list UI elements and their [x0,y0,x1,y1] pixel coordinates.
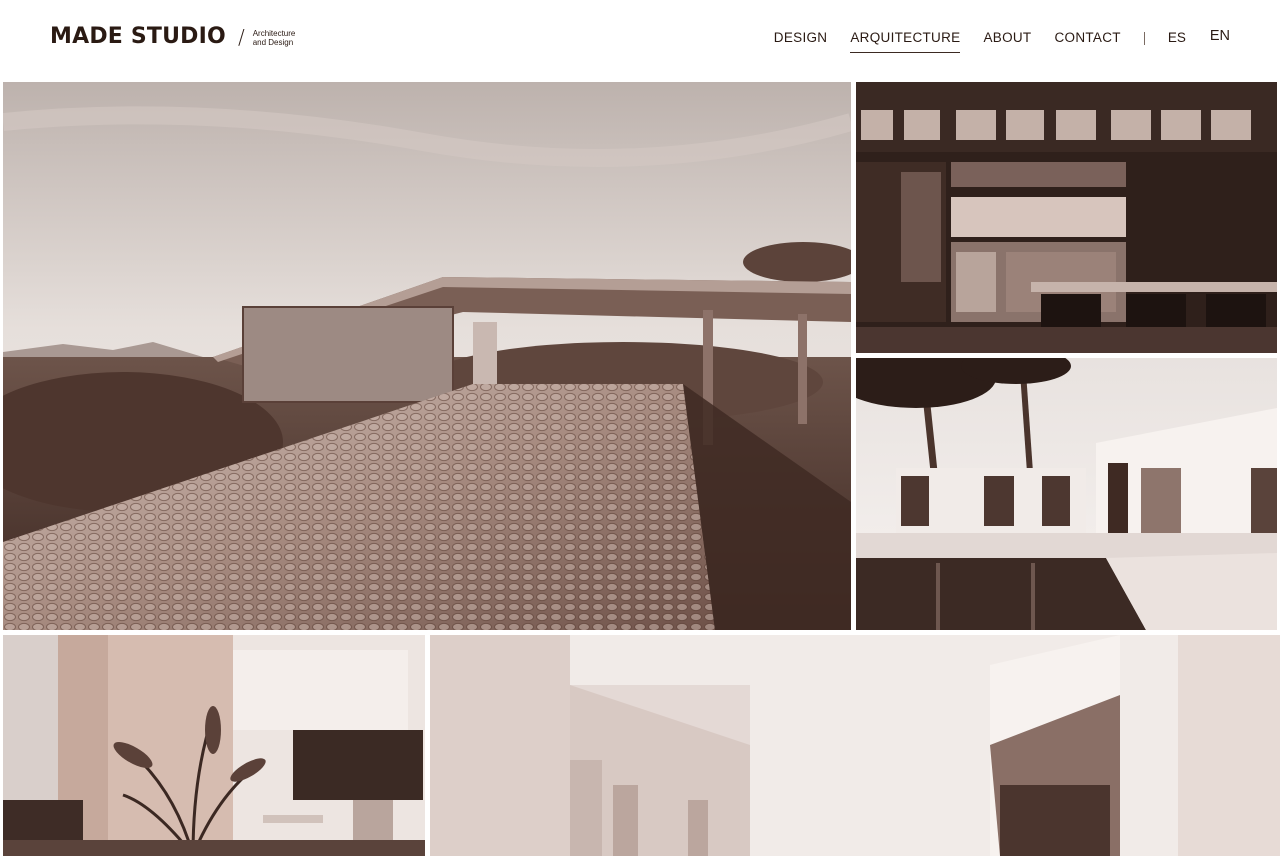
main-nav: DESIGN ARQUITECTURE ABOUT CONTACT ES EN [751,28,1230,53]
gallery-tile-lounge[interactable] [3,635,425,856]
gallery-tile-interior[interactable] [430,635,1280,856]
brand-name: MADE STUDIO [50,24,226,49]
brand-tagline-line1: Architecture [252,28,296,38]
brand-slash: / [237,24,245,49]
house-photo [856,358,1277,630]
nav-item-contact[interactable]: CONTACT [1054,30,1120,52]
brand-tagline-line2: and Design [252,37,294,47]
nav-separator [1143,32,1145,45]
interior-photo [430,635,1280,856]
brand-tagline: Architecture and Design [253,29,296,47]
language-en[interactable]: EN [1210,28,1230,44]
nav-item-arquitecture[interactable]: ARQUITECTURE [850,30,961,53]
site-header: MADE STUDIO / Architecture and Design DE… [0,0,1280,80]
lounge-photo [3,635,425,856]
bar-photo [856,82,1277,353]
brand-logo[interactable]: MADE STUDIO / Architecture and Design [50,24,295,49]
nav-item-design[interactable]: DESIGN [774,30,828,52]
language-es[interactable]: ES [1168,30,1186,45]
nav-item-about[interactable]: ABOUT [983,30,1031,52]
pavilion-photo [3,82,851,630]
gallery-tile-house[interactable] [856,358,1277,630]
gallery-tile-bar[interactable] [856,82,1277,353]
gallery-tile-pavilion[interactable] [3,82,851,630]
